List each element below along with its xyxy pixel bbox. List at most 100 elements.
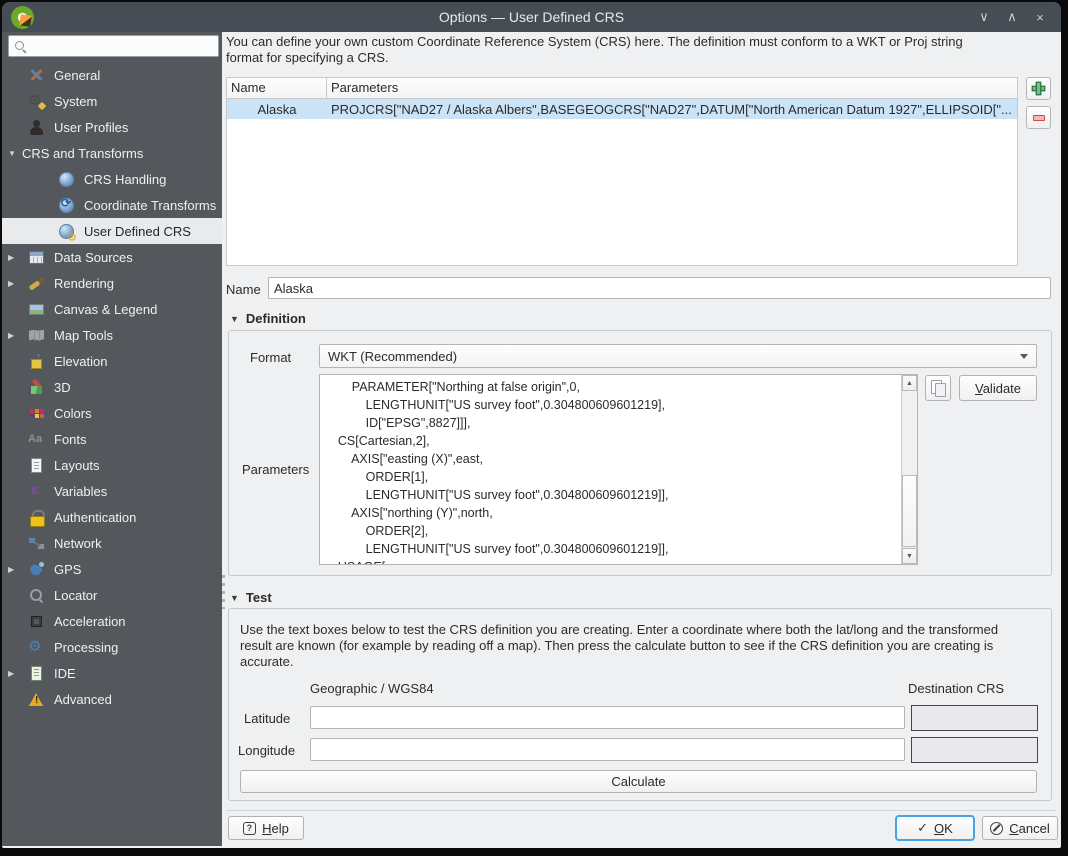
copy-wkt-button[interactable] <box>925 375 951 401</box>
test-section-title: Test <box>245 590 272 605</box>
fonts-icon <box>28 431 45 448</box>
remove-crs-button[interactable] <box>1026 106 1051 129</box>
crs-table-row[interactable]: Alaska PROJCRS["NAD27 / Alaska Albers",BA… <box>227 99 1017 119</box>
sidebar-item-colors[interactable]: Colors <box>2 400 222 426</box>
sidebar-item-gps[interactable]: ▶ GPS <box>2 556 222 582</box>
crs-parameters-cell: PROJCRS["NAD27 / Alaska Albers",BASEGEOG… <box>331 101 1012 117</box>
close-icon[interactable]: × <box>1031 10 1049 25</box>
data-sources-icon <box>28 249 45 266</box>
source-crs-header: Geographic / WGS84 <box>310 681 434 696</box>
name-label: Name <box>226 282 261 297</box>
sidebar-item-label: Variables <box>54 483 108 499</box>
sidebar-item-elevation[interactable]: Elevation <box>2 348 222 374</box>
sidebar-item-user-defined-crs[interactable]: User Defined CRS <box>2 218 222 244</box>
sidebar-item-crs-and-transforms[interactable]: ▼ CRS and Transforms <box>2 140 222 166</box>
sidebar-item-ide[interactable]: ▶ IDE <box>2 660 222 686</box>
add-crs-button[interactable] <box>1026 77 1051 100</box>
ok-button[interactable]: ✓ OK <box>895 815 975 841</box>
triangle-down-icon: ▼ <box>230 313 239 324</box>
coordinate-transforms-icon <box>58 196 75 214</box>
shade-chevron-down-icon[interactable]: ∨ <box>975 9 993 25</box>
scroll-up-arrow-icon[interactable]: ▲ <box>902 375 917 391</box>
longitude-label: Longitude <box>238 743 296 758</box>
sidebar-item-authentication[interactable]: Authentication <box>2 504 222 530</box>
sidebar-item-label: 3D <box>54 379 71 395</box>
sidebar-item-layouts[interactable]: Layouts <box>2 452 222 478</box>
sidebar-item-label: Map Tools <box>54 327 114 343</box>
sidebar-item-coordinate-transforms[interactable]: Coordinate Transforms <box>2 192 222 218</box>
expand-arrow-icon[interactable]: ▶ <box>8 669 22 678</box>
sidebar-item-fonts[interactable]: Fonts <box>2 426 222 452</box>
scrollbar-thumb[interactable] <box>902 475 917 547</box>
network-icon <box>28 535 45 552</box>
elevation-icon <box>28 351 45 370</box>
titlebar[interactable]: Options — User Defined CRS ∨ ∧ × <box>2 2 1061 32</box>
definition-section-header[interactable]: ▼ Definition <box>230 311 306 326</box>
column-header-parameters[interactable]: Parameters <box>327 78 402 98</box>
sidebar-item-crs-handling[interactable]: CRS Handling <box>2 166 222 192</box>
triangle-down-icon: ▼ <box>230 592 239 603</box>
test-description: Use the text boxes below to test the CRS… <box>240 622 999 669</box>
sidebar-item-network[interactable]: Network <box>2 530 222 556</box>
sidebar-item-locator[interactable]: Locator <box>2 582 222 608</box>
sidebar-item-processing[interactable]: Processing <box>2 634 222 660</box>
check-icon: ✓ <box>917 820 929 835</box>
sidebar-search-input[interactable] <box>8 35 219 57</box>
column-header-name[interactable]: Name <box>227 78 327 98</box>
help-icon <box>243 821 257 835</box>
latitude-input[interactable] <box>310 706 905 729</box>
sidebar-item-user-profiles[interactable]: User Profiles <box>2 114 222 140</box>
sidebar-item-label: GPS <box>54 561 82 577</box>
cancel-button-label: Cancel <box>1009 820 1050 836</box>
splitter-handle[interactable] <box>222 575 225 609</box>
sidebar-item-label: Authentication <box>54 509 137 525</box>
validate-button[interactable]: Validate <box>959 375 1037 401</box>
expand-arrow-icon[interactable]: ▶ <box>8 253 22 262</box>
sidebar-item-rendering[interactable]: ▶ Rendering <box>2 270 222 296</box>
colors-swatch-icon <box>28 405 45 422</box>
expand-arrow-icon[interactable]: ▼ <box>8 149 22 158</box>
sidebar-item-label: User Profiles <box>54 119 129 135</box>
cancel-button[interactable]: Cancel <box>982 816 1058 840</box>
crs-name-input[interactable] <box>268 277 1051 299</box>
sidebar-item-map-tools[interactable]: ▶ Map Tools <box>2 322 222 348</box>
screenshot-stage: Options — User Defined CRS ∨ ∧ × General Sy… <box>0 0 1068 856</box>
crs-table[interactable]: Name Parameters Alaska PROJCRS["NAD27 / A… <box>226 77 1018 266</box>
sidebar-item-canvas-legend[interactable]: Canvas & Legend <box>2 296 222 322</box>
help-button[interactable]: Help <box>228 816 304 840</box>
wkt-scrollbar[interactable]: ▲ ▼ <box>901 375 917 564</box>
expand-arrow-icon[interactable]: ▶ <box>8 279 22 288</box>
advanced-warning-icon <box>28 691 45 708</box>
search-magnifier-icon <box>14 40 28 54</box>
sidebar-item-label: IDE <box>54 665 76 681</box>
add-crs-plus-icon <box>1033 83 1044 94</box>
sidebar-item-variables[interactable]: Variables <box>2 478 222 504</box>
sidebar-item-system[interactable]: System <box>2 88 222 114</box>
longitude-result-box <box>911 737 1038 763</box>
parameters-label: Parameters <box>242 462 310 477</box>
expand-arrow-icon[interactable]: ▶ <box>8 331 22 340</box>
sidebar-item-label: Data Sources <box>54 249 133 265</box>
sidebar-item-advanced[interactable]: Advanced <box>2 686 222 712</box>
expand-arrow-icon[interactable]: ▶ <box>8 565 22 574</box>
longitude-input[interactable] <box>310 738 905 761</box>
calculate-button[interactable]: Calculate <box>240 770 1037 793</box>
sidebar-item-acceleration[interactable]: Acceleration <box>2 608 222 634</box>
test-section-header[interactable]: ▼ Test <box>230 590 272 605</box>
scroll-down-arrow-icon[interactable]: ▼ <box>902 548 917 564</box>
sidebar-item-label: Canvas & Legend <box>54 301 158 317</box>
maximize-chevron-up-icon[interactable]: ∧ <box>1003 9 1021 25</box>
sidebar-nav: General System User Profiles ▼CRS and Trans… <box>2 62 222 712</box>
window-controls: ∨ ∧ × <box>975 2 1049 32</box>
sidebar-item-label: CRS and Transforms <box>22 145 144 161</box>
variables-epsilon-icon <box>28 482 45 500</box>
format-combobox[interactable]: WKT (Recommended) <box>319 344 1037 368</box>
sidebar-item-label: Network <box>54 535 102 551</box>
sidebar-item-general[interactable]: General <box>2 62 222 88</box>
wkt-parameters-textarea[interactable]: PARAMETER["Northing at false origin",0, … <box>319 374 918 565</box>
footer-separator <box>226 810 1056 811</box>
sidebar-item-data-sources[interactable]: ▶ Data Sources <box>2 244 222 270</box>
sidebar-item-3d[interactable]: 3D <box>2 374 222 400</box>
format-selected-value: WKT (Recommended) <box>328 348 458 364</box>
sidebar-item-label: Processing <box>54 639 119 655</box>
